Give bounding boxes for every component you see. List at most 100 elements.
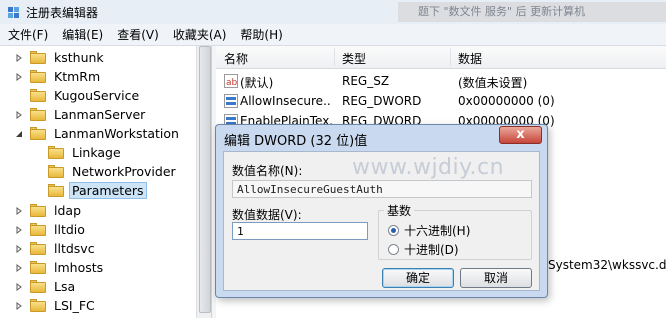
folder-icon (30, 108, 46, 121)
tree-item-label: NetworkProvider (72, 164, 176, 179)
expand-arrow-icon[interactable] (14, 263, 24, 273)
expand-arrow-icon[interactable] (14, 53, 24, 63)
menu-bar: 文件(F) 编辑(E) 查看(V) 收藏夹(A) 帮助(H) (0, 24, 666, 46)
column-header-name[interactable]: 名称 (224, 50, 248, 67)
column-header-data[interactable]: 数据 (458, 50, 482, 67)
base-group-label: 基数 (384, 202, 415, 219)
tree-item-label: KtmRm (54, 69, 101, 84)
folder-icon (48, 165, 64, 178)
column-divider[interactable] (334, 48, 335, 66)
radio-label: 十六进制(H) (404, 224, 471, 238)
folder-icon (30, 204, 46, 217)
tree-item-label: ksthunk (54, 50, 104, 65)
dialog-title: 编辑 DWORD (32 位)值 (224, 134, 368, 149)
value-type: REG_SZ (342, 74, 390, 88)
tree-item-label: LSI_FC (54, 298, 95, 313)
cancel-button[interactable]: 取消 (460, 268, 532, 288)
tree-item-parameters[interactable]: Parameters (32, 181, 147, 200)
tree-item-ktmrm[interactable]: KtmRm (14, 67, 103, 86)
folder-icon (30, 261, 46, 274)
value-data-input[interactable]: 1 (232, 222, 368, 240)
window-title: 注册表编辑器 (26, 6, 99, 20)
tree-item-lanmanworkstation[interactable]: LanmanWorkstation (14, 124, 182, 143)
collapse-arrow-icon[interactable] (14, 129, 24, 139)
column-header-type[interactable]: 类型 (342, 50, 366, 67)
menu-edit[interactable]: 编辑(E) (55, 26, 110, 43)
menu-help[interactable]: 帮助(H) (233, 26, 289, 43)
radio-label: 十进制(D) (404, 243, 459, 257)
folder-icon (30, 223, 46, 236)
expand-arrow-icon[interactable] (14, 244, 24, 254)
value-name: AllowInsecure... (240, 94, 332, 108)
tree-item-label: LanmanServer (54, 107, 146, 122)
close-icon: x (516, 127, 525, 142)
folder-icon (30, 70, 46, 83)
folder-open-icon (48, 184, 64, 197)
expand-arrow-icon[interactable] (14, 72, 24, 82)
radio-selected-icon (388, 225, 399, 236)
value-name: (默认) (240, 76, 274, 90)
tree-item-label: Linkage (72, 145, 121, 160)
tree-item-label: lltdio (54, 222, 85, 237)
folder-icon (48, 146, 64, 159)
watermark-text: www.wjdiy.cn (352, 155, 505, 180)
list-row[interactable]: ab (默认) REG_SZ (数值未设置) (216, 71, 666, 91)
expand-arrow-icon[interactable] (14, 206, 24, 216)
background-window-text: 题下 "数文件 服务" 后 更新计算机 (398, 2, 666, 22)
tree-item-lsa[interactable]: Lsa (14, 277, 78, 296)
folder-icon (30, 280, 46, 293)
tree-item-ldap[interactable]: ldap (14, 201, 84, 220)
edit-dword-dialog: 编辑 DWORD (32 位)值 x 数值名称(N): AllowInsecur… (215, 124, 548, 298)
value-data: 0x00000000 (0) (458, 94, 555, 108)
radio-hexadecimal[interactable]: 十六进制(H) (388, 222, 470, 239)
menu-view[interactable]: 查看(V) (110, 26, 166, 43)
expand-arrow-icon[interactable] (14, 301, 24, 311)
column-divider[interactable] (450, 48, 451, 66)
dword-value-icon (224, 94, 238, 108)
tree-item-linkage[interactable]: Linkage (32, 143, 124, 162)
tree-item-label: lltdsvc (54, 241, 95, 256)
folder-icon (30, 89, 46, 102)
tree-item-lmhosts[interactable]: lmhosts (14, 258, 106, 277)
folder-icon (30, 299, 46, 312)
folder-icon (30, 127, 46, 140)
value-data: (数值未设置) (458, 76, 528, 90)
value-name-field[interactable]: AllowInsecureGuestAuth (232, 180, 532, 198)
expand-arrow-icon[interactable] (14, 110, 24, 120)
value-name-label: 数值名称(N): (232, 164, 303, 178)
value-data-label: 数值数据(V): (232, 208, 302, 222)
expand-arrow-icon[interactable] (14, 225, 24, 235)
tree-item-lltdio[interactable]: lltdio (14, 220, 88, 239)
tree-item-lsi-fc[interactable]: LSI_FC (14, 296, 98, 315)
radio-decimal[interactable]: 十进制(D) (388, 241, 459, 258)
tree-item-label: KugouService (54, 88, 140, 103)
tree-item-label: Lsa (54, 279, 76, 294)
registry-tree: ksthunk KtmRm KugouService LanmanServer … (0, 46, 196, 318)
tree-scrollbar[interactable] (196, 46, 211, 318)
scrollbar-thumb[interactable] (199, 46, 211, 313)
list-header: 名称 类型 数据 (216, 46, 666, 69)
tree-item-label: ldap (54, 203, 82, 218)
value-type: REG_DWORD (342, 94, 422, 108)
string-value-icon: ab (224, 74, 238, 88)
menu-file[interactable]: 文件(F) (0, 26, 55, 43)
tree-item-lanmanserver[interactable]: LanmanServer (14, 105, 148, 124)
radio-unselected-icon (388, 244, 399, 255)
tree-item-ksthunk[interactable]: ksthunk (14, 48, 107, 67)
list-row[interactable]: AllowInsecure... REG_DWORD 0x00000000 (0… (216, 91, 666, 111)
regedit-icon (8, 7, 19, 18)
tree-item-networkprovider[interactable]: NetworkProvider (32, 162, 179, 181)
title-bar: 注册表编辑器 题下 "数文件 服务" 后 更新计算机 (0, 0, 666, 25)
folder-icon (30, 242, 46, 255)
close-button[interactable]: x (499, 126, 542, 144)
menu-favorites[interactable]: 收藏夹(A) (166, 26, 234, 43)
tree-item-label: lmhosts (54, 260, 104, 275)
svg-text:ab: ab (226, 78, 238, 88)
tree-item-kugouservice[interactable]: KugouService (14, 86, 142, 105)
tree-item-label: LanmanWorkstation (54, 126, 179, 141)
tree-item-lltdsvc[interactable]: lltdsvc (14, 239, 98, 258)
tree-item-label: Parameters (69, 182, 147, 199)
partial-value-data: System32\wkssvc.dll (548, 258, 666, 272)
expand-arrow-icon[interactable] (14, 282, 24, 292)
ok-button[interactable]: 确定 (382, 268, 454, 288)
